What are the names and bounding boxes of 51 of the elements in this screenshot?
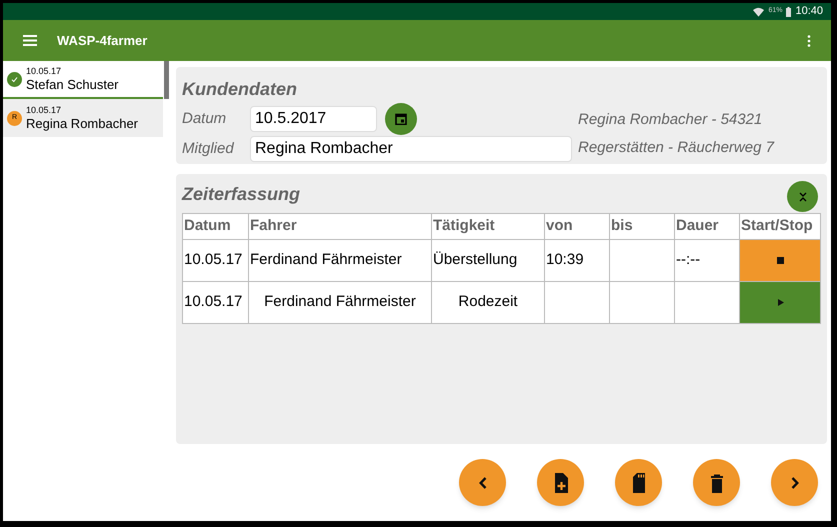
item-date: 10.05.17	[26, 67, 62, 76]
field-label: Datum	[182, 108, 228, 129]
item-date: 10.05.17	[26, 106, 62, 115]
member-field[interactable]: Regina Rombacher	[250, 136, 572, 162]
item-name: Regina Rombacher	[26, 117, 138, 130]
wifi-icon	[753, 6, 764, 16]
column-header: Tätigkeit	[432, 214, 544, 240]
date-field[interactable]: 10.5.2017	[250, 106, 377, 132]
customer-info: Regina Rombacher - 54321	[578, 110, 764, 130]
column-header: Dauer	[674, 214, 740, 240]
scrollbar	[164, 61, 169, 99]
column-header: bis	[610, 214, 674, 240]
column-header: Start/Stop	[740, 214, 820, 240]
table-cell	[544, 282, 610, 324]
play-icon	[776, 298, 784, 307]
next-button[interactable]	[771, 459, 818, 506]
clock-text: 10:40	[795, 4, 823, 20]
collapse-icon	[798, 192, 806, 202]
new-button[interactable]	[537, 459, 584, 506]
calendar-button[interactable]	[385, 103, 417, 135]
table-cell: Ferdinand Fährmeister	[248, 240, 432, 282]
back-icon	[478, 476, 486, 488]
section-title: Kundendaten	[182, 78, 298, 100]
column-header: von	[544, 214, 610, 240]
table-cell: 10:39	[544, 240, 610, 282]
item-name: Stefan Schuster	[26, 78, 118, 91]
table-cell: Überstellung	[432, 240, 544, 282]
save-button[interactable]	[615, 459, 662, 506]
app-title: WASP-4farmer	[57, 32, 148, 50]
collapse-button[interactable]	[787, 181, 818, 212]
customer-info: Regerstätten - Räucherweg 7	[578, 138, 774, 158]
table-cell	[610, 240, 674, 282]
menu-icon[interactable]	[23, 35, 37, 46]
table-cell: 10.05.17	[182, 240, 248, 282]
calendar-icon	[395, 113, 407, 125]
start-button[interactable]	[740, 282, 820, 323]
table-cell: Rodezeit	[432, 282, 544, 324]
table-cell: --:--	[674, 240, 740, 282]
previous-button[interactable]	[459, 459, 506, 506]
battery-icon	[786, 6, 792, 16]
forward-icon	[790, 476, 798, 488]
stop-icon	[776, 256, 784, 265]
table-cell: Ferdinand Fährmeister	[248, 282, 432, 324]
column-header: Fahrer	[248, 214, 432, 240]
table-cell	[610, 282, 674, 324]
table-cell: 10.05.17	[182, 282, 248, 324]
field-label: Mitglied	[182, 138, 235, 159]
delete-button[interactable]	[693, 459, 740, 506]
section-title: Zeiterfassung	[182, 184, 300, 204]
more-icon[interactable]	[807, 34, 811, 46]
column-header: Datum	[182, 214, 248, 240]
